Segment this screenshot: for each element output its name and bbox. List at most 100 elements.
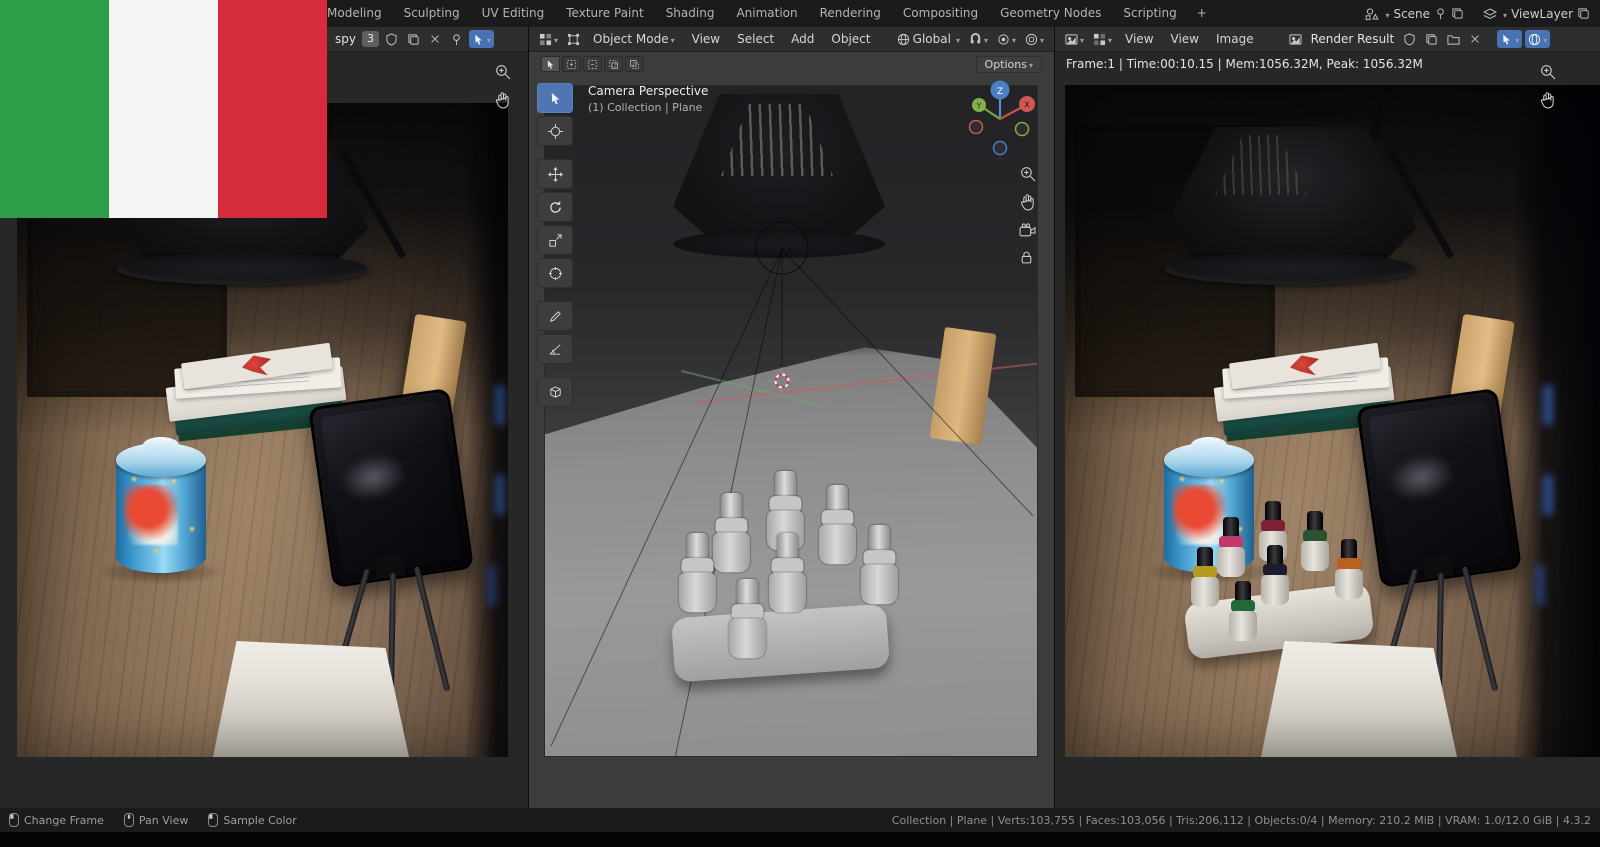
scene-statistics: Collection | Plane | Verts:103,755 | Fac… [892, 814, 1591, 827]
pin-icon[interactable] [1434, 7, 1447, 20]
viewport-zoom-icon[interactable] [1019, 165, 1036, 182]
svg-text:Z: Z [997, 87, 1003, 97]
viewport-3d: Object Mode View Select Add Object Globa… [528, 27, 1054, 808]
workspace-tab-texture-paint[interactable]: Texture Paint [555, 0, 654, 27]
open-image-icon[interactable] [1444, 31, 1463, 48]
viewport-toolbar [537, 83, 573, 407]
scene-name: Scene [1393, 7, 1430, 21]
clay-ink-bottles[interactable] [675, 471, 915, 686]
pin-image-icon[interactable] [447, 31, 466, 48]
scene-chevron-icon [1383, 7, 1389, 21]
add-cube-tool[interactable] [537, 377, 573, 407]
mouse-left-icon [208, 813, 218, 827]
status-bar: Change Frame Pan View Sample Color Colle… [0, 808, 1600, 832]
blue-tin [116, 437, 206, 573]
new-image-icon[interactable] [404, 31, 423, 48]
zoom-icon[interactable] [1539, 63, 1556, 80]
overlays-toggle-button[interactable] [1525, 30, 1550, 48]
scene-selector[interactable]: Scene [1365, 7, 1464, 21]
proportional-editing-icon[interactable] [1022, 30, 1047, 48]
snap-target-icon[interactable] [994, 30, 1019, 48]
view-name-label: Camera Perspective [588, 84, 708, 98]
view-menu[interactable]: View [1164, 30, 1206, 48]
transform-tool[interactable] [537, 258, 573, 288]
annotate-tool[interactable] [537, 301, 573, 331]
white-paper [1261, 641, 1457, 757]
select-box-tool[interactable] [537, 83, 573, 113]
copy-scene-icon[interactable] [1451, 7, 1464, 20]
transform-orientation-select[interactable]: Global [894, 30, 963, 48]
viewport-pan-hand-icon[interactable] [1019, 194, 1036, 211]
light-gizmo[interactable] [754, 220, 810, 276]
camera-view-icon[interactable] [1019, 223, 1036, 238]
scale-tool[interactable] [537, 225, 573, 255]
view-gizmo-menu[interactable]: View [1118, 30, 1160, 48]
render-result-label: Render Result [1308, 32, 1398, 46]
add-workspace-button[interactable]: + [1188, 0, 1216, 27]
options-dropdown[interactable]: Options [976, 56, 1042, 73]
fake-user-shield-icon[interactable] [382, 31, 401, 48]
workspace-tab-animation[interactable]: Animation [725, 0, 808, 27]
workspace-tab-scripting[interactable]: Scripting [1112, 0, 1187, 27]
svg-text:X: X [1024, 101, 1030, 110]
select-intersect-button[interactable] [625, 56, 644, 72]
measure-tool[interactable] [537, 334, 573, 364]
camera-view [544, 85, 1038, 757]
pan-hand-icon[interactable] [1539, 92, 1556, 109]
editor-type-button[interactable] [1062, 30, 1087, 48]
workspace-tabs: Modeling Sculpting UV Editing Texture Pa… [316, 0, 1216, 27]
workspace-tab-sculpting[interactable]: Sculpting [393, 0, 471, 27]
hint-sample-color: Sample Color [208, 813, 296, 827]
workspace-tab-uv-editing[interactable]: UV Editing [471, 0, 556, 27]
workspace-tab-modeling[interactable]: Modeling [316, 0, 393, 27]
gizmo-chevron-icon [485, 32, 491, 46]
select-set-button[interactable] [541, 56, 560, 72]
lock-view-icon[interactable] [1019, 250, 1036, 265]
zoom-icon[interactable] [494, 63, 511, 80]
select-mode-buttons [541, 56, 644, 72]
snap-magnet-icon[interactable] [966, 30, 991, 48]
workspace-tab-shading[interactable]: Shading [655, 0, 726, 27]
image-users-count-button[interactable]: 3 [362, 31, 379, 47]
flag-stripe-red [218, 0, 327, 218]
workspace-tab-rendering[interactable]: Rendering [809, 0, 892, 27]
viewlayer-icon [1483, 7, 1497, 21]
mouse-left-icon [9, 813, 19, 827]
new-image-icon[interactable] [1422, 31, 1441, 48]
render-result-image [1065, 85, 1600, 757]
scene-icon [1365, 7, 1379, 21]
mode-select[interactable]: Object Mode [586, 30, 682, 48]
cursor-tool[interactable] [537, 116, 573, 146]
display-channels-icon[interactable] [1090, 30, 1115, 48]
gizmo-toggle-button[interactable] [469, 30, 494, 48]
unlink-image-icon[interactable] [1466, 31, 1484, 47]
viewport-header: Object Mode View Select Add Object Globa… [529, 27, 1054, 52]
rotate-tool[interactable] [537, 192, 573, 222]
select-menu[interactable]: Select [730, 30, 781, 48]
view-menu[interactable]: View [685, 30, 727, 48]
unlink-image-icon[interactable] [426, 31, 444, 47]
select-invert-button[interactable] [604, 56, 623, 72]
mouse-middle-icon [124, 813, 134, 827]
select-extend-button[interactable] [562, 56, 581, 72]
active-object-label: (1) Collection | Plane [588, 101, 702, 114]
workspace-tab-geometry-nodes[interactable]: Geometry Nodes [989, 0, 1112, 27]
move-tool[interactable] [537, 159, 573, 189]
editor-type-button[interactable] [536, 30, 561, 48]
image-menu[interactable]: Image [1209, 30, 1261, 48]
pan-hand-icon[interactable] [494, 92, 511, 109]
viewlayer-chevron-icon [1501, 7, 1507, 21]
object-menu[interactable]: Object [824, 30, 877, 48]
fake-user-shield-icon[interactable] [1400, 31, 1419, 48]
viewlayer-name: ViewLayer [1511, 7, 1573, 21]
workspace-tab-compositing[interactable]: Compositing [892, 0, 989, 27]
copy-viewlayer-icon[interactable] [1577, 7, 1590, 20]
view-navigation-gizmo[interactable]: Z Y X [958, 77, 1042, 161]
object-mode-icon [564, 31, 583, 48]
select-subtract-button[interactable] [583, 56, 602, 72]
image-name-label: spy [332, 32, 359, 46]
blender-window: Modeling Sculpting UV Editing Texture Pa… [0, 0, 1600, 847]
add-menu[interactable]: Add [784, 30, 821, 48]
viewlayer-selector[interactable]: ViewLayer [1483, 7, 1590, 21]
gizmo-toggle-button[interactable] [1497, 30, 1522, 48]
